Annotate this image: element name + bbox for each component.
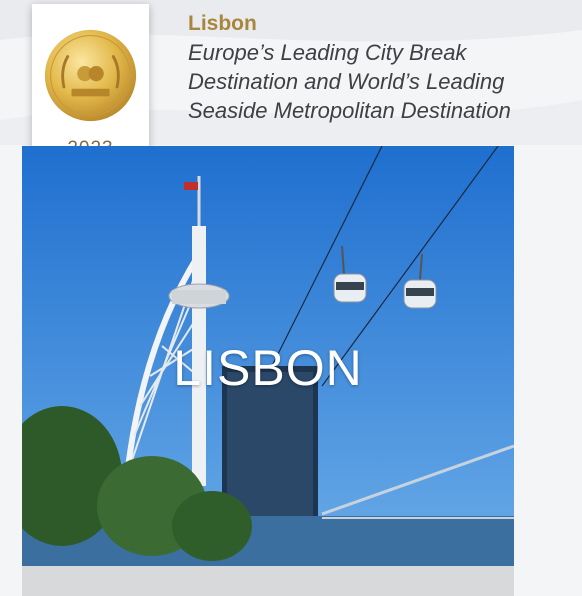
- subtitle-line: Destination and World’s Leading: [188, 69, 505, 94]
- world-travel-awards-medal-icon: [44, 29, 137, 122]
- award-subtitle: Europe’s Leading City Break Destination …: [188, 38, 582, 125]
- lisbon-photo: LISBON: [22, 146, 514, 596]
- subtitle-line: Seaside Metropolitan Destination: [188, 98, 511, 123]
- heading-block: Lisbon Europe’s Leading City Break Desti…: [188, 12, 582, 125]
- photo-label: LISBON: [173, 340, 363, 396]
- subtitle-line: Europe’s Leading City Break: [188, 40, 467, 65]
- city-name: Lisbon: [188, 12, 257, 35]
